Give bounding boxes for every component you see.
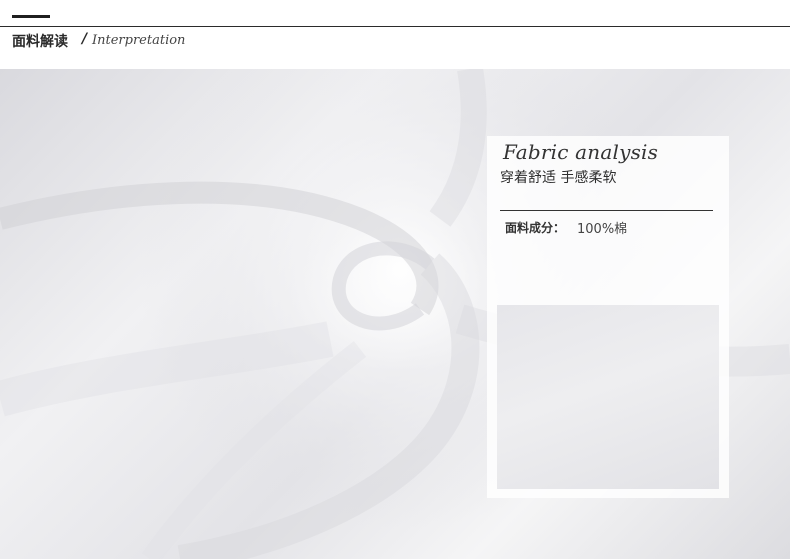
composition-value: 100%棉 (577, 222, 628, 237)
title-separator: / (82, 31, 88, 47)
card-subtitle: 穿着舒适 手感柔软 (500, 170, 617, 186)
card-divider (500, 210, 713, 211)
header-divider (0, 26, 790, 27)
fabric-swatch (497, 305, 719, 489)
section-title: 面料解读 (12, 34, 68, 50)
card-title: Fabric analysis (503, 140, 659, 164)
fabric-info-card: Fabric analysis 穿着舒适 手感柔软 面料成分： 100%棉 (487, 136, 729, 498)
header-accent-bar (12, 15, 50, 18)
section-subtitle: Interpretation (92, 33, 186, 48)
composition-label: 面料成分： (505, 221, 566, 235)
